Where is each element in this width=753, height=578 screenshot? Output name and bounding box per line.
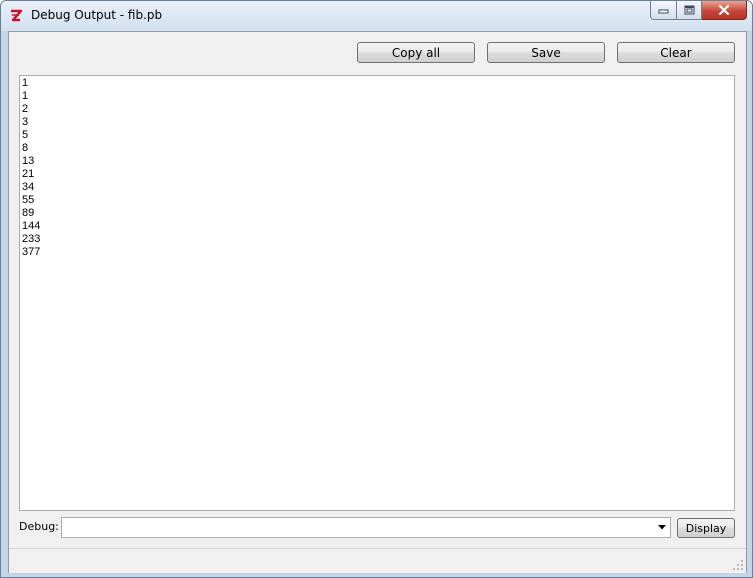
output-line: 55 xyxy=(22,194,35,206)
client-area: Copy all Save Clear 1 1 2 3 5 8 13 21 34… xyxy=(8,31,747,573)
output-line: 89 xyxy=(22,207,35,219)
output-line: 34 xyxy=(22,181,35,193)
debug-combobox[interactable] xyxy=(61,517,671,538)
output-line: 8 xyxy=(22,142,29,154)
title-bar[interactable]: Debug Output - fib.pb xyxy=(1,1,752,31)
copy-all-button[interactable]: Copy all xyxy=(357,42,475,63)
display-button[interactable]: Display xyxy=(677,518,735,538)
debug-label: Debug: xyxy=(19,520,59,533)
output-line: 13 xyxy=(22,155,35,167)
debug-output-list[interactable]: 1 1 2 3 5 8 13 21 34 55 89 144 233 377 xyxy=(19,75,735,511)
output-line: 1 xyxy=(22,77,29,89)
output-line: 2 xyxy=(22,103,29,115)
chevron-down-icon xyxy=(657,525,666,530)
output-line: 1 xyxy=(22,90,29,102)
output-line: 21 xyxy=(22,168,35,180)
output-line: 144 xyxy=(22,220,41,232)
minimize-button[interactable] xyxy=(650,1,677,20)
output-line: 3 xyxy=(22,116,29,128)
clear-button[interactable]: Clear xyxy=(617,42,735,63)
combo-dropdown-button[interactable] xyxy=(653,518,670,537)
status-bar xyxy=(9,548,746,573)
caption-buttons xyxy=(650,1,747,21)
debug-output-window: Debug Output - fib.pb Copy all Save Clea… xyxy=(0,0,753,578)
output-line: 5 xyxy=(22,129,29,141)
resize-grip-icon[interactable] xyxy=(732,559,744,571)
close-button[interactable] xyxy=(702,1,747,20)
output-line: 377 xyxy=(22,246,41,258)
purebasic-app-icon xyxy=(11,9,23,22)
minimize-icon xyxy=(658,9,669,14)
output-line: 233 xyxy=(22,233,41,245)
debug-input[interactable] xyxy=(62,518,658,537)
maximize-icon xyxy=(684,5,694,15)
window-title: Debug Output - fib.pb xyxy=(31,8,163,22)
maximize-button[interactable] xyxy=(677,1,702,20)
close-icon xyxy=(718,5,730,15)
save-button[interactable]: Save xyxy=(487,42,605,63)
